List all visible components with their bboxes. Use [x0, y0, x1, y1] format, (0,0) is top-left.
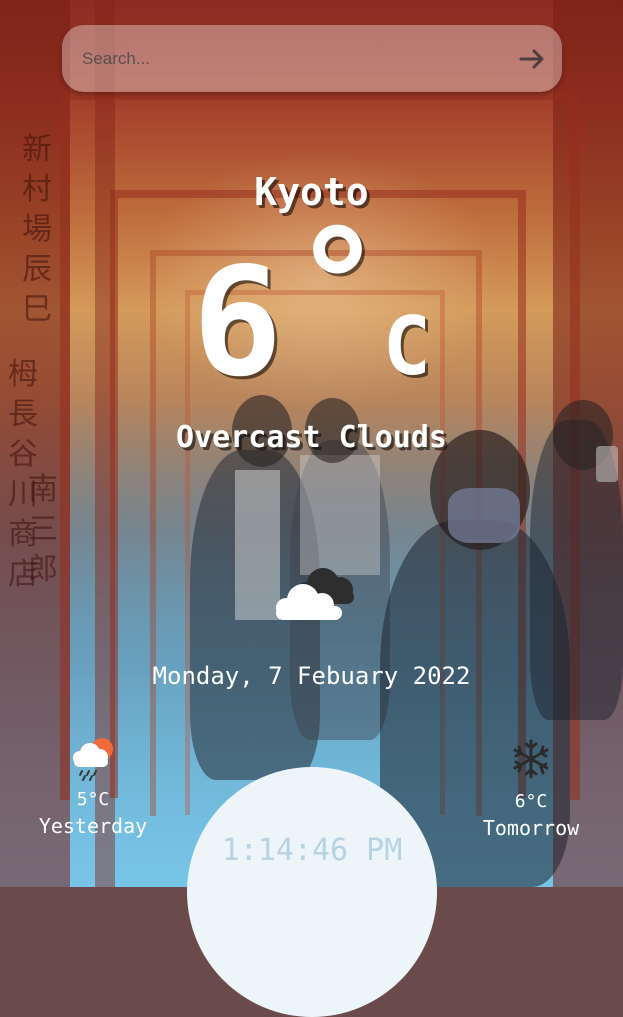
- arrow-right-icon[interactable]: [516, 43, 548, 75]
- tomorrow-forecast: 6°C Tomorrow: [456, 737, 606, 840]
- temperature-value: 6: [192, 236, 283, 410]
- yesterday-label: Yesterday: [38, 814, 148, 838]
- tomorrow-temperature: 6°C: [514, 791, 548, 812]
- clock-dome: [187, 767, 437, 1017]
- degree-symbol: °: [292, 198, 383, 372]
- clock-time: 1:14:46 PM: [221, 833, 403, 868]
- search-input[interactable]: [80, 44, 504, 74]
- tomorrow-label: Tomorrow: [482, 816, 580, 840]
- current-date: Monday, 7 Febuary 2022: [152, 662, 471, 690]
- search-bar: [62, 25, 562, 92]
- overcast-clouds-icon: [276, 568, 354, 620]
- rain-sun-cloud-icon: [73, 738, 113, 781]
- temperature-display: 6°C: [0, 210, 623, 398]
- weather-description: Overcast Clouds: [176, 420, 447, 455]
- temperature-unit: C: [382, 300, 431, 393]
- yesterday-forecast: 5°C Yesterday: [18, 735, 168, 838]
- yesterday-temperature: 5°C: [76, 789, 110, 810]
- snowflake-icon: [513, 739, 549, 779]
